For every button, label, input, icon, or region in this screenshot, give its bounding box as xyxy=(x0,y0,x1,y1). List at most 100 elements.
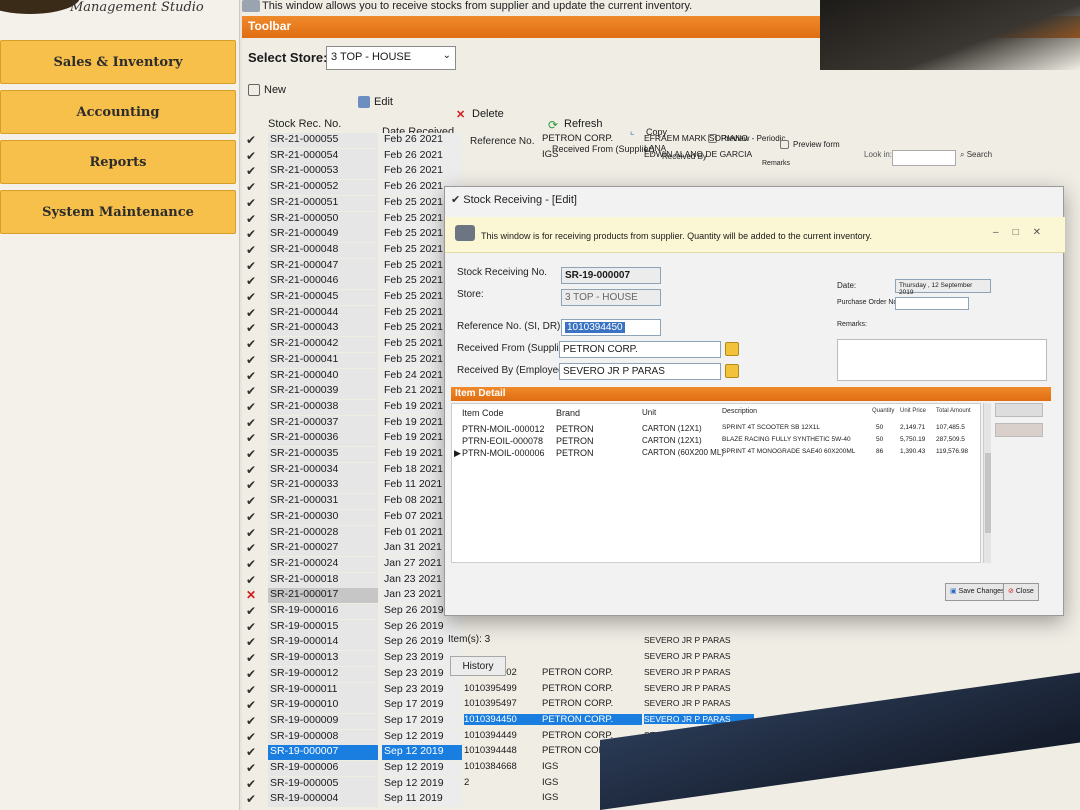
item-scrollbar[interactable] xyxy=(983,403,991,563)
nav-reports[interactable]: Reports xyxy=(0,140,236,184)
from-field[interactable]: PETRON CORP. xyxy=(559,341,721,358)
table-row[interactable]: ✔ SR-21-000053 Feb 26 2021 xyxy=(242,163,882,180)
check-icon: ✔ xyxy=(246,305,257,320)
close-label: Close xyxy=(1015,588,1034,595)
cell-stock-rec-no: SR-19-000005 xyxy=(268,776,378,792)
save-changes-button[interactable]: ▣ Save Changes xyxy=(945,583,1010,601)
lookup-icon[interactable] xyxy=(725,342,739,356)
date-field[interactable]: Thursday , 12 September 2019 xyxy=(895,279,991,296)
cell-reference-no: 1010394449 xyxy=(464,729,517,741)
cell-stock-rec-no: SR-21-000045 xyxy=(268,290,378,305)
item-col-total: Total Amount xyxy=(936,408,971,414)
table-row[interactable]: ✔ SR-19-000010 Sep 17 2019 1010395497 PETRON… xyxy=(242,697,882,714)
store-select-value: 3 TOP - HOUSE xyxy=(331,51,412,63)
nav-accounting[interactable]: Accounting xyxy=(0,90,236,134)
lookup-icon[interactable] xyxy=(725,364,739,378)
table-row[interactable]: ✔ SR-21-000055 Feb 26 2021 PETRON CORP. EFRA… xyxy=(242,132,882,153)
table-row[interactable]: ✔SR-19-000012Sep 23 20191010395502PETRON… xyxy=(242,666,882,682)
table-row[interactable]: ✔ SR-19-000013 Sep 23 2019 SEVERO JR P PARA… xyxy=(242,650,882,667)
store-label: Select Store: xyxy=(248,50,328,65)
cell-stock-rec-no: SR-21-000048 xyxy=(268,242,378,258)
cell-unit-price: 1,390.43 xyxy=(900,448,926,455)
check-icon: ✔ xyxy=(246,431,257,446)
add-item-button[interactable] xyxy=(995,403,1043,417)
close-icon: ⊘ xyxy=(1008,588,1014,595)
check-icon: ✔ xyxy=(246,133,257,147)
item-col-code: Item Code xyxy=(462,408,504,418)
edit-button[interactable]: Edit xyxy=(358,96,393,108)
scroll-thumb[interactable] xyxy=(985,453,991,533)
dialog-title: ✔ Stock Receiving - [Edit] xyxy=(451,193,577,206)
cell-stock-rec-no: SR-19-000004 xyxy=(268,792,378,808)
check-icon: ✔ xyxy=(246,604,257,618)
table-row[interactable]: ✔ SR-19-000011 Sep 23 2019 1010395499 PETRON… xyxy=(242,682,882,698)
check-icon: ✔ xyxy=(246,337,257,352)
cell-received-by: SEVERO JR P PARAS xyxy=(644,682,731,693)
cell-received-from: PETRON CORP. xyxy=(542,713,642,725)
cell-description: SPRINT 4T SCOOTER SB 12X1L xyxy=(722,424,821,431)
table-row[interactable]: ✔ SR-19-000004 Sep 11 2019 IGS xyxy=(242,791,882,808)
check-icon: ✔ xyxy=(246,274,257,289)
cell-reference-no: 1010395499 xyxy=(464,682,517,694)
cell-received-from: PETRON CORP. xyxy=(542,133,614,144)
cell-reference-no: 1010394450 xyxy=(464,713,542,725)
new-button[interactable]: New xyxy=(248,84,286,96)
item-detail-table[interactable]: Item Code Brand Unit Description Quantit… xyxy=(451,403,981,563)
ref-label: Reference No. (SI, DR) xyxy=(457,321,561,332)
window-controls[interactable]: –□✕ xyxy=(993,227,1055,238)
search-button[interactable]: ⌕ Search xyxy=(960,150,992,160)
cell-stock-rec-no: SR-21-000039 xyxy=(268,384,378,400)
check-icon: ✔ xyxy=(246,509,257,524)
cell-stock-rec-no: SR-19-000006 xyxy=(268,761,378,776)
cell-stock-rec-no: SR-19-000009 xyxy=(268,713,378,729)
stock-receiving-dialog: ✔ Stock Receiving - [Edit] This window i… xyxy=(444,186,1065,616)
table-row[interactable]: ✔ SR-21-000054 Feb 26 2021 IGS EDWIN ALANO D… xyxy=(242,148,882,164)
refresh-button[interactable]: ⟳ Refresh xyxy=(548,118,603,132)
cell-stock-rec-no: SR-19-000016 xyxy=(268,604,378,619)
item-col-price: Unit Price xyxy=(900,408,927,414)
po-label: Purchase Order No. xyxy=(837,299,900,306)
cell-quantity: 86 xyxy=(876,448,884,455)
cell-stock-rec-no: SR-21-000037 xyxy=(268,415,378,431)
nav-sales-inventory[interactable]: Sales & Inventory xyxy=(0,40,236,84)
cell-brand: PETRON xyxy=(556,436,594,446)
cell-total-amount: 107,485.5 xyxy=(936,424,965,431)
dialog-banner: This window is for receiving products fr… xyxy=(445,217,1065,253)
cell-stock-rec-no: SR-19-000008 xyxy=(268,729,378,745)
store-select[interactable]: 3 TOP - HOUSE ⌄ xyxy=(326,46,456,70)
cell-stock-rec-no: SR-21-000033 xyxy=(268,478,378,494)
window-message: This window allows you to receive stocks… xyxy=(262,0,693,12)
nav-system-maintenance[interactable]: System Maintenance xyxy=(0,190,236,234)
table-row[interactable]: ✔ SR-19-000015 Sep 26 2019 xyxy=(242,619,882,635)
cell-stock-rec-no: SR-21-000030 xyxy=(268,509,378,525)
col-stock-rec-no[interactable]: Stock Rec. No. xyxy=(268,118,341,130)
refresh-label: Refresh xyxy=(564,118,603,130)
items-count-label: Item(s): xyxy=(448,634,482,645)
ref-field[interactable]: 1010394450 xyxy=(561,319,661,336)
check-icon: ✔ xyxy=(246,462,257,477)
item-row[interactable]: PTRN-MOIL-000006 PETRON CARTON (60X200 ML)… xyxy=(452,448,982,462)
cell-stock-rec-no: SR-21-000027 xyxy=(268,541,378,557)
cell-stock-rec-no: SR-21-000050 xyxy=(268,211,378,227)
check-icon: ✔ xyxy=(246,384,257,399)
by-field[interactable]: SEVERO JR P PARAS xyxy=(559,363,721,380)
cell-received-from: PETRON CORP. xyxy=(542,666,614,678)
look-in-input[interactable] xyxy=(892,150,956,166)
remove-item-button[interactable] xyxy=(995,423,1043,437)
close-button[interactable]: ⊘ Close xyxy=(1003,583,1039,601)
cell-date-received: Sep 17 2019 xyxy=(382,713,462,729)
srn-label: Stock Receiving No. xyxy=(457,267,548,278)
delete-button[interactable]: ✕ Delete xyxy=(456,108,504,121)
check-icon: ✔ xyxy=(246,792,257,807)
cell-stock-rec-no: SR-21-000018 xyxy=(268,572,378,588)
history-button[interactable]: History xyxy=(450,656,506,676)
cell-stock-rec-no: SR-19-000015 xyxy=(268,619,378,635)
table-row[interactable]: ✔ SR-19-000014 Sep 26 2019 SEVERO JR P PARA… xyxy=(242,634,882,651)
po-field[interactable] xyxy=(895,297,969,310)
check-icon: ✔ xyxy=(246,494,257,509)
store-field[interactable]: 3 TOP - HOUSE xyxy=(561,289,661,306)
cell-stock-rec-no: SR-21-000044 xyxy=(268,305,378,321)
truck-icon xyxy=(242,0,260,12)
remarks-field[interactable] xyxy=(837,339,1047,381)
srn-field[interactable]: SR-19-000007 xyxy=(561,267,661,284)
